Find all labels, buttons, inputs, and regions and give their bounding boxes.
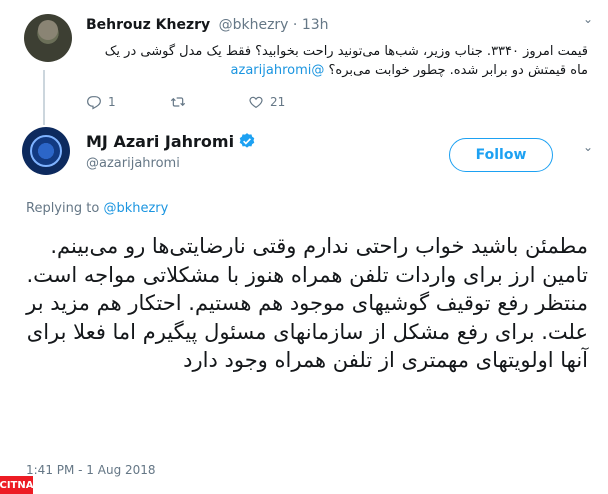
mention-link[interactable]: @azarijahromi xyxy=(231,63,325,78)
avatar[interactable] xyxy=(22,127,70,175)
verified-badge-icon xyxy=(239,133,255,148)
author-name-text: MJ Azari Jahromi xyxy=(86,132,235,151)
separator-dot: · xyxy=(288,17,302,33)
replying-to-link[interactable]: @bkhezry xyxy=(103,201,168,216)
parent-tweet-header: Behrouz Khezry @bkhezry · 13h xyxy=(86,17,329,33)
tweet-text: قیمت امروز ۳۳۴۰. جناب وزیر، شب‌ها می‌تون… xyxy=(88,42,588,80)
tweet-time[interactable]: 13h xyxy=(302,17,329,33)
reply-count: 1 xyxy=(108,95,116,109)
chevron-down-icon[interactable]: ⌄ xyxy=(583,12,593,26)
author-name[interactable]: MJ Azari Jahromi xyxy=(86,132,256,151)
replying-to: Replying to @bkhezry xyxy=(26,201,168,216)
retweet-icon xyxy=(170,97,186,107)
replying-to-label: Replying to xyxy=(26,201,100,216)
tweet-text: مطمئن باشید خواب راحتی ندارم وقتی نارضای… xyxy=(26,234,588,372)
avatar[interactable] xyxy=(24,14,72,62)
parent-tweet[interactable]: Behrouz Khezry @bkhezry · 13h ⌄ قیمت امر… xyxy=(0,0,608,118)
tweet-actions: 1 21 xyxy=(86,92,285,112)
tweet-body: قیمت امروز ۳۳۴۰. جناب وزیر، شب‌ها می‌تون… xyxy=(104,44,588,78)
retweet-button[interactable] xyxy=(170,94,248,110)
author-handle[interactable]: @azarijahromi xyxy=(86,156,180,171)
reply-icon xyxy=(87,96,101,110)
follow-button[interactable]: Follow xyxy=(449,138,553,172)
watermark-logo: CITNA xyxy=(0,476,34,494)
chevron-down-icon[interactable]: ⌄ xyxy=(583,140,593,154)
like-count: 21 xyxy=(270,95,286,109)
reply-button[interactable]: 1 xyxy=(86,94,170,110)
tweet-timestamp[interactable]: 1:41 PM - 1 Aug 2018 xyxy=(26,463,156,477)
like-button[interactable]: 21 xyxy=(248,94,285,110)
like-icon xyxy=(249,96,263,109)
author-name[interactable]: Behrouz Khezry xyxy=(86,17,210,33)
author-handle[interactable]: @bkhezry xyxy=(219,17,289,33)
